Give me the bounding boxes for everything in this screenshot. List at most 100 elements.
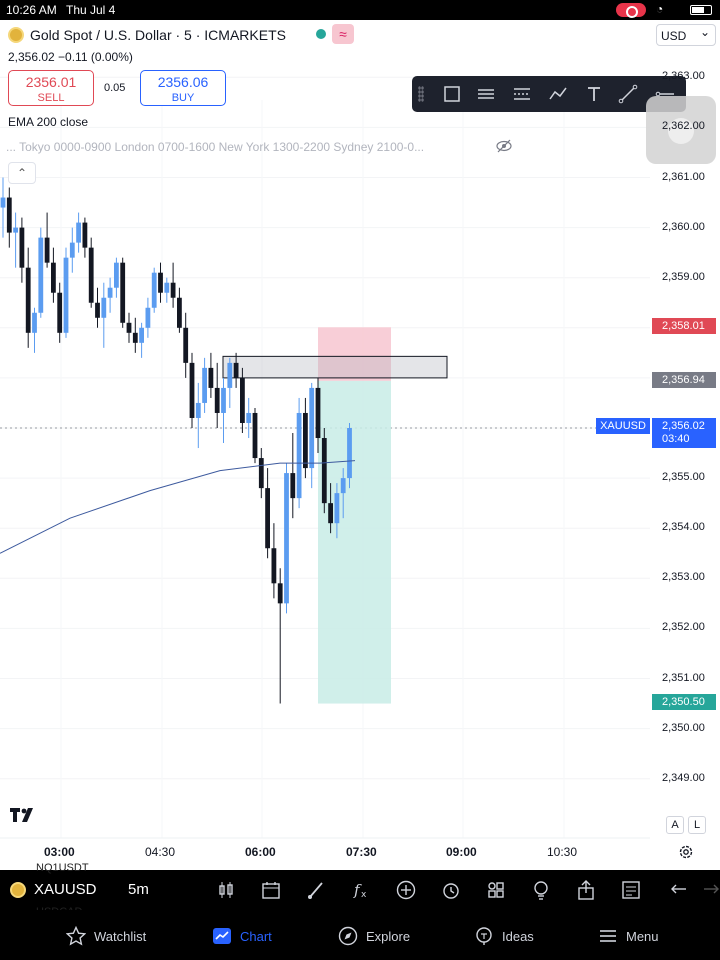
tradingview-logo[interactable] — [10, 806, 40, 830]
candles — [0, 177, 352, 704]
gold-symbol-icon — [10, 881, 26, 898]
time-axis-label: 03:00 — [44, 845, 75, 859]
candle-body — [334, 493, 340, 524]
candle-body — [296, 412, 302, 499]
indicator-label[interactable]: EMA 200 close — [8, 115, 88, 129]
candle-body — [315, 387, 321, 439]
fib-retracement-icon[interactable] — [512, 84, 532, 104]
eye-hidden-icon[interactable] — [496, 139, 512, 153]
candle-body — [76, 222, 81, 243]
redo-icon[interactable] — [704, 879, 720, 901]
buy-button[interactable]: 2356.06 BUY — [140, 70, 226, 106]
share-icon[interactable] — [575, 879, 597, 901]
buy-price: 2356.06 — [157, 74, 209, 90]
sell-button[interactable]: 2356.01 SELL — [8, 70, 94, 106]
candle-body — [6, 197, 12, 233]
buy-label: BUY — [171, 92, 195, 104]
candle-body — [25, 267, 31, 333]
spread-value: 0.05 — [104, 82, 126, 94]
candle-body — [340, 478, 346, 494]
candle-body — [240, 377, 245, 423]
candle-body — [195, 402, 201, 418]
candle-body — [44, 237, 50, 263]
current-symbol-tag: XAUUSD — [596, 418, 650, 434]
alarm-icon[interactable] — [440, 879, 462, 901]
symbol-search-button[interactable]: XAUUSD — [10, 881, 97, 898]
nav-ideas[interactable]: Ideas — [474, 926, 534, 946]
nav-watchlist[interactable]: Watchlist — [66, 926, 146, 946]
candle-body — [38, 237, 44, 313]
current-price-tag: 2,356.02 03:40 — [652, 418, 716, 448]
collapse-legend-button[interactable]: ⌃ — [8, 162, 36, 184]
brush-icon[interactable] — [305, 879, 327, 901]
path-tool-icon[interactable] — [548, 84, 568, 104]
candle-body — [252, 412, 258, 459]
candle-body — [246, 412, 252, 423]
ghost-watchlist-item: NQ1USDT — [36, 862, 89, 874]
chart-settings-icon[interactable] — [678, 844, 694, 860]
entry-price-tag: 2,356.94 — [652, 372, 716, 388]
current-price-value: 2,356.02 — [662, 420, 705, 432]
currency-select[interactable]: USD — [656, 24, 716, 46]
text-tool-icon[interactable] — [584, 84, 604, 104]
timeframe-button[interactable]: 5m — [128, 881, 149, 898]
candle-body — [63, 257, 69, 333]
supply-zone-rectangle — [222, 355, 448, 379]
symbol-title[interactable]: Gold Spot / U.S. Dollar · 5 · ICMARKETS — [30, 27, 286, 43]
nav-menu[interactable]: Menu — [598, 926, 659, 946]
candle-body — [101, 297, 107, 318]
candle-body — [126, 322, 132, 333]
log-scale-button[interactable]: L — [688, 816, 706, 834]
calendar-icon[interactable] — [260, 879, 282, 901]
trend-line-icon[interactable] — [618, 84, 638, 104]
time-axis-label: 10:30 — [547, 845, 578, 859]
candle-body — [183, 327, 189, 363]
candle-body — [277, 583, 283, 604]
status-bar: 10:26 AM Thu Jul 4 ◔ — [0, 0, 720, 20]
drag-handle-icon[interactable] — [418, 86, 424, 102]
ideas-bulb-icon[interactable] — [530, 879, 552, 901]
sell-label: SELL — [37, 92, 65, 104]
bulb-icon — [476, 927, 492, 945]
nav-chart[interactable]: Chart — [212, 926, 272, 946]
add-icon[interactable] — [395, 879, 417, 901]
layout-grid-icon[interactable] — [485, 879, 507, 901]
drawing-toolbar[interactable] — [412, 76, 686, 112]
gold-symbol-icon — [8, 27, 24, 43]
symbol-header[interactable]: Gold Spot / U.S. Dollar · 5 · ICMARKETS — [8, 26, 286, 44]
nav-label: Menu — [626, 928, 659, 944]
nav-label: Chart — [240, 928, 272, 944]
nav-label: Explore — [366, 928, 411, 944]
candle-body — [347, 428, 352, 479]
object-tree-icon[interactable] — [620, 879, 642, 901]
price-axis-label: 2,360.00 — [662, 220, 705, 233]
nav-explore[interactable]: Explore — [338, 926, 410, 946]
take-profit-zone — [318, 380, 391, 704]
svg-text:x: x — [361, 890, 367, 900]
chart-type-icon[interactable] — [215, 879, 237, 901]
bottom-toolbar: NQ1USDT USDCAD XAUUSD 5m fx — [0, 862, 720, 918]
indicators-icon[interactable]: fx — [350, 879, 372, 901]
candle-body — [271, 548, 277, 584]
price-change-line: 2,356.02 −0.11 (0.00%) — [8, 50, 133, 64]
screen-record-icon[interactable] — [616, 3, 646, 18]
target-price-tag: 2,350.50 — [652, 694, 716, 710]
auto-scale-button[interactable]: A — [666, 816, 684, 834]
wave-badge-icon[interactable]: ≈ — [332, 24, 354, 44]
status-time: 10:26 AM — [6, 3, 57, 17]
sell-price: 2356.01 — [25, 74, 77, 90]
parallel-channel-icon[interactable] — [476, 84, 496, 104]
candle-body — [88, 247, 94, 303]
undo-icon[interactable] — [668, 879, 690, 901]
candle-body — [177, 297, 182, 328]
price-axis-label: 2,355.00 — [662, 471, 705, 484]
sessions-indicator-label[interactable]: ... Tokyo 0000-0900 London 0700-1600 New… — [6, 140, 424, 154]
price-axis-label: 2,352.00 — [662, 621, 705, 634]
chart-area[interactable]: Gold Spot / U.S. Dollar · 5 · ICMARKETS … — [0, 20, 720, 870]
candle-body — [19, 227, 25, 268]
nav-label: Ideas — [502, 928, 534, 944]
rectangle-tool-icon[interactable] — [442, 84, 462, 104]
candle-body — [328, 503, 333, 524]
market-open-indicator — [316, 29, 326, 39]
candle-body — [120, 262, 126, 323]
